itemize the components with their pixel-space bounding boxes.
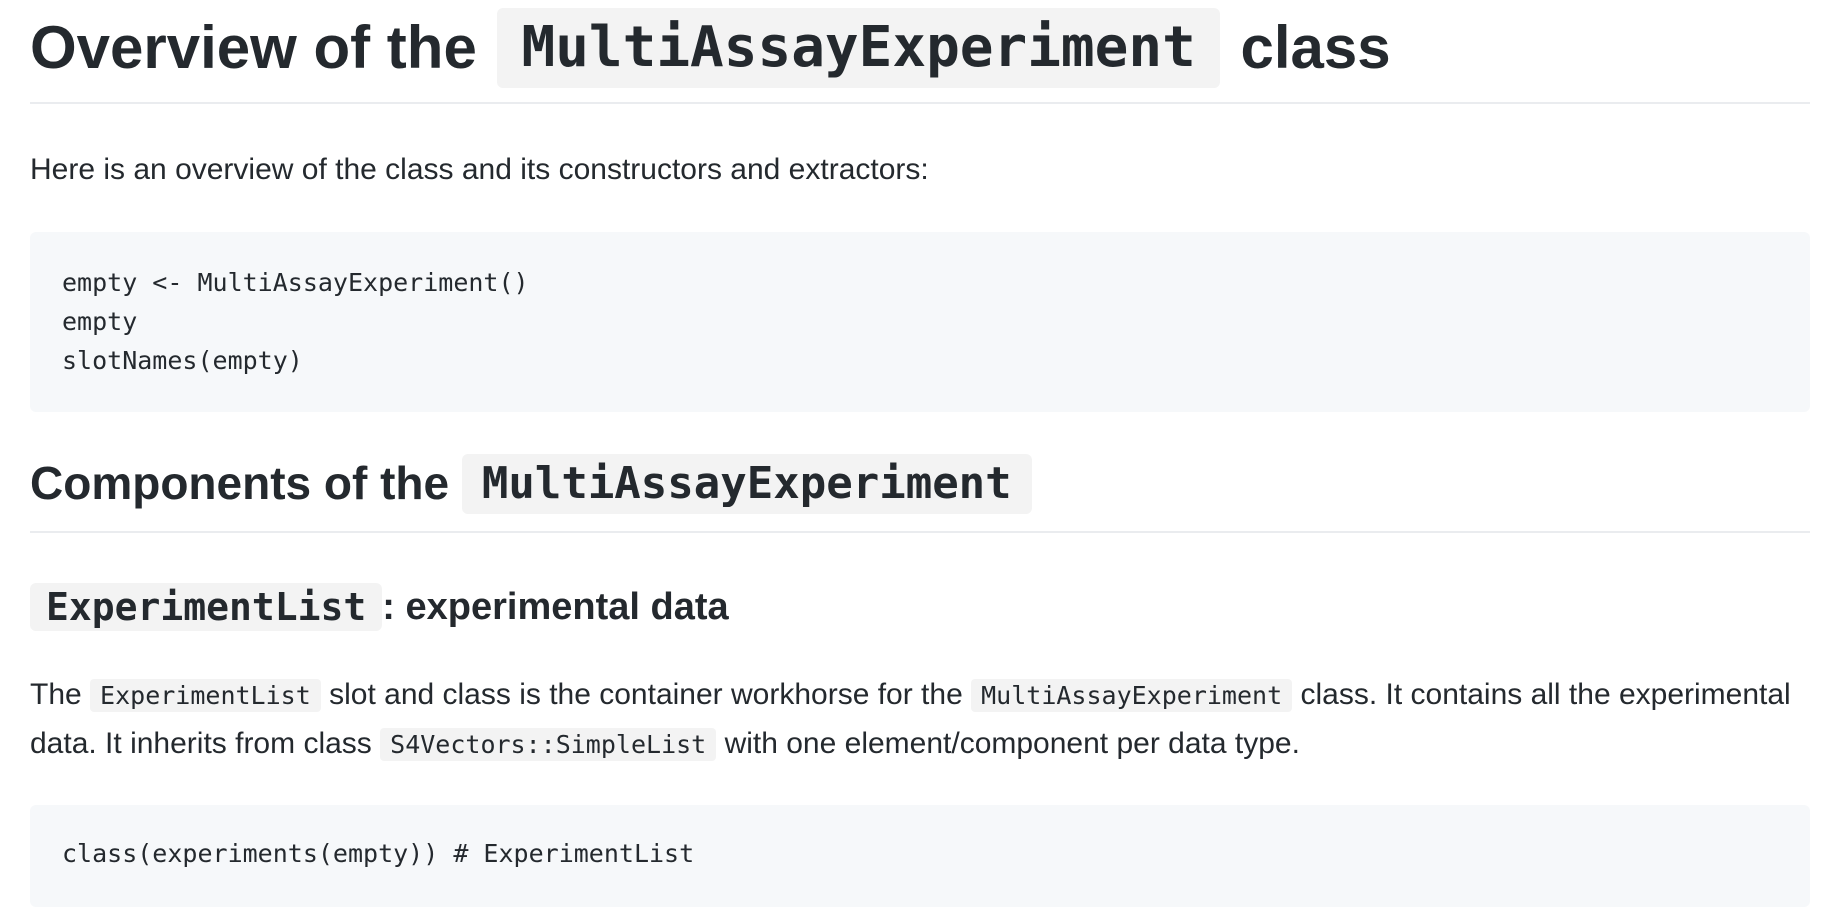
inline-code: MultiAssayExperiment [497, 8, 1220, 89]
inline-code: ExperimentList [30, 582, 383, 631]
section-heading-components: Components of the MultiAssayExperiment [30, 453, 1810, 533]
section-heading-overview: Overview of the MultiAssayExperiment cla… [30, 0, 1810, 104]
code-block-experiments[interactable]: class(experiments(empty)) # ExperimentLi… [30, 805, 1810, 907]
text-run: with one element/component per data type… [724, 727, 1300, 760]
code-line: empty [62, 307, 138, 336]
inline-code: MultiAssayExperiment [461, 453, 1032, 514]
experimentlist-description: The ExperimentList slot and class is the… [30, 671, 1810, 767]
code-line: empty <- MultiAssayExperiment() [62, 268, 529, 297]
code-line: class(experiments(empty)) # ExperimentLi… [62, 839, 695, 868]
inline-code: S4Vectors::SimpleList [380, 728, 717, 761]
text-run: slot and class is the container workhors… [329, 678, 963, 711]
document-content: Overview of the MultiAssayExperiment cla… [30, 0, 1810, 907]
heading-text: class [1240, 14, 1391, 81]
intro-paragraph: Here is an overview of the class and its… [30, 153, 929, 186]
heading-text: Overview of the [30, 14, 477, 81]
heading-text: Components of the [30, 457, 450, 509]
code-line: slotNames(empty) [62, 346, 303, 375]
subsection-heading-experimentlist: ExperimentList: experimental data [30, 581, 1810, 641]
code-block-constructors[interactable]: empty <- MultiAssayExperiment() empty sl… [30, 232, 1810, 412]
document-page: Overview of the MultiAssayExperiment cla… [0, 0, 1824, 916]
inline-code: MultiAssayExperiment [971, 679, 1293, 712]
text-run: The [30, 678, 82, 711]
heading-text: : experimental data [382, 586, 729, 628]
inline-code: ExperimentList [90, 679, 321, 712]
